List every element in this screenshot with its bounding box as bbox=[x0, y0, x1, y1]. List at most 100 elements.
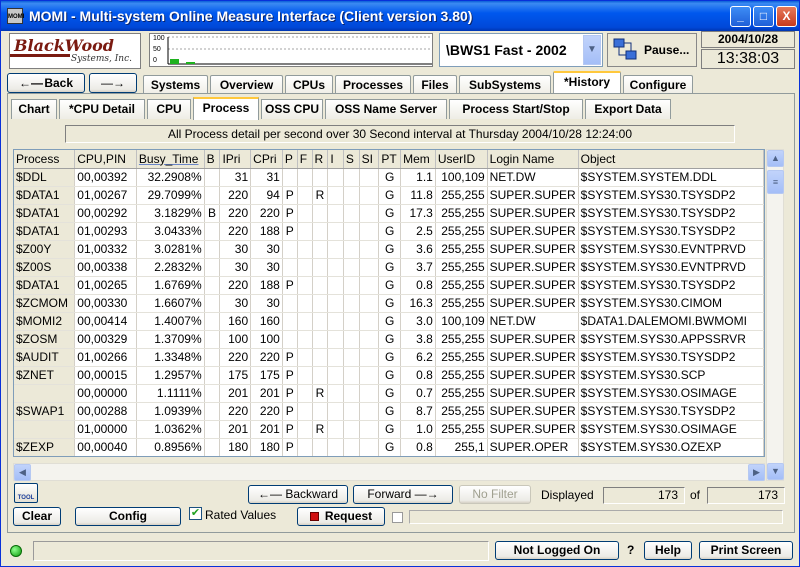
column-header-cpri[interactable]: CPri bbox=[250, 150, 283, 169]
column-header-p[interactable]: P bbox=[282, 150, 298, 169]
chevron-down-icon[interactable]: ▼ bbox=[583, 35, 601, 65]
clear-button[interactable]: Clear bbox=[13, 507, 61, 526]
table-cell: $SYSTEM.SYS30.TSYSDP2 bbox=[578, 222, 764, 241]
table-row[interactable]: $ZOSM 00,00329 1.3709% 100 100 G 3.8 255,255 SUP… bbox=[14, 330, 764, 349]
table-cell: P bbox=[282, 402, 298, 421]
system-select[interactable]: \BWS1 Fast - 2002 ▼ bbox=[439, 33, 603, 67]
rated-values-checkbox[interactable]: ✔ bbox=[189, 507, 202, 520]
column-header-process[interactable]: Process bbox=[14, 150, 76, 169]
column-header-login-name[interactable]: Login Name bbox=[487, 150, 579, 169]
subtab-process-start-stop[interactable]: Process Start/Stop bbox=[449, 99, 583, 119]
help-button[interactable]: Help bbox=[644, 541, 692, 560]
scroll-right-icon[interactable]: ▶ bbox=[748, 464, 765, 481]
vertical-scrollbar[interactable]: ▲ ≡ ▼ bbox=[766, 149, 784, 481]
close-button[interactable]: X bbox=[776, 6, 797, 27]
table-row[interactable]: $SWAP1 00,00288 1.0939% 220 220 P G 8.7 255,255 S… bbox=[14, 402, 764, 421]
column-header-pt[interactable]: PT bbox=[378, 150, 402, 169]
forward-label: Forward bbox=[367, 487, 412, 501]
scroll-up-icon[interactable]: ▲ bbox=[767, 150, 784, 167]
print-screen-button[interactable]: Print Screen bbox=[699, 541, 793, 560]
column-header-i[interactable]: I bbox=[327, 150, 344, 169]
table-cell bbox=[204, 402, 221, 421]
table-row[interactable]: 01,00000 1.0362% 201 201 P R G 1.0 255,255 SUPER.… bbox=[14, 420, 764, 439]
no-filter-button[interactable]: No Filter bbox=[459, 485, 531, 504]
table-cell bbox=[343, 420, 360, 439]
subtab-chart[interactable]: Chart bbox=[11, 99, 57, 119]
tab-systems[interactable]: Systems bbox=[143, 75, 208, 95]
table-cell bbox=[297, 240, 313, 259]
minimize-button[interactable]: _ bbox=[730, 6, 751, 27]
table-row[interactable]: $DDL 00,00392 32.2908% 31 31 G 1.1 100,109 NET.D… bbox=[14, 168, 764, 187]
table-cell bbox=[359, 330, 380, 349]
table-row[interactable]: $DATA1 01,00293 3.0433% 220 188 P G 2.5 255,255 S… bbox=[14, 222, 764, 241]
table-row[interactable]: $ZNET 00,00015 1.2957% 175 175 P G 0.8 255,255 SU… bbox=[14, 366, 764, 385]
table-cell: $SYSTEM.SYS30.APPSSRVR bbox=[578, 330, 764, 349]
subtab-oss-cpu[interactable]: OSS CPU bbox=[261, 99, 323, 119]
table-cell bbox=[343, 258, 360, 277]
column-header-f[interactable]: F bbox=[297, 150, 313, 169]
table-row[interactable]: $AUDIT 01,00266 1.3348% 220 220 P G 6.2 255,255 S… bbox=[14, 348, 764, 367]
tab-configure[interactable]: Configure bbox=[623, 75, 693, 95]
request-button[interactable]: Request bbox=[297, 507, 385, 526]
table-row[interactable]: $DATA1 01,00265 1.6769% 220 188 P G 0.8 255,255 S… bbox=[14, 276, 764, 295]
column-header-r[interactable]: R bbox=[312, 150, 329, 169]
subtab-cpu[interactable]: CPU bbox=[147, 99, 191, 119]
table-cell bbox=[327, 348, 344, 367]
table-cell bbox=[359, 276, 380, 295]
column-header-b[interactable]: B bbox=[204, 150, 221, 169]
table-row[interactable]: $Z00S 00,00338 2.2832% 30 30 G 3.7 255,255 SUPER… bbox=[14, 258, 764, 277]
tab-processes[interactable]: Processes bbox=[335, 75, 411, 95]
tab-overview[interactable]: Overview bbox=[210, 75, 283, 95]
column-header-userid[interactable]: UserID bbox=[435, 150, 488, 169]
auto-request-checkbox[interactable] bbox=[392, 512, 403, 523]
table-row[interactable]: $ZEXP 00,00040 0.8956% 180 180 P G 0.8 255,1 SUPE… bbox=[14, 438, 764, 456]
table-cell: 255,255 bbox=[435, 258, 488, 277]
tool-button[interactable]: TOOL bbox=[14, 483, 38, 503]
column-header-cpu-pin[interactable]: CPU,PIN bbox=[74, 150, 137, 169]
table-cell: 220 bbox=[250, 348, 283, 367]
column-header-s[interactable]: S bbox=[343, 150, 360, 169]
tab-history[interactable]: *History bbox=[553, 71, 621, 94]
maximize-button[interactable]: □ bbox=[753, 6, 774, 27]
subtab-cpu-detail[interactable]: *CPU Detail bbox=[59, 99, 145, 119]
tab-cpus[interactable]: CPUs bbox=[285, 75, 333, 95]
table-row[interactable]: $ZCMOM 00,00330 1.6607% 30 30 G 16.3 255,255 SUP… bbox=[14, 294, 764, 313]
pause-button[interactable]: Pause... bbox=[607, 33, 697, 67]
table-row[interactable]: $DATA1 01,00267 29.7099% 220 94 P R G 11.8 255,25… bbox=[14, 186, 764, 205]
scroll-thumb[interactable]: ≡ bbox=[767, 170, 784, 194]
subtab-process[interactable]: Process bbox=[193, 97, 259, 120]
table-cell: 255,1 bbox=[435, 438, 488, 456]
table-cell: G bbox=[378, 366, 402, 385]
subtab-export-data[interactable]: Export Data bbox=[585, 99, 671, 119]
forward-button[interactable]: Forward —→ bbox=[353, 485, 453, 504]
config-button[interactable]: Config bbox=[75, 507, 181, 526]
mini-chart-axis-top: 100 bbox=[153, 35, 165, 42]
column-header-mem[interactable]: Mem bbox=[400, 150, 436, 169]
subtab-oss-name-server[interactable]: OSS Name Server bbox=[325, 99, 447, 119]
table-cell bbox=[204, 168, 221, 187]
scroll-down-icon[interactable]: ▼ bbox=[767, 463, 784, 480]
back-button[interactable]: ←— Back bbox=[7, 73, 85, 93]
table-row[interactable]: 00,00000 1.1111% 201 201 P R G 0.7 255,255 SUPER.… bbox=[14, 384, 764, 403]
tab-subsystems[interactable]: SubSystems bbox=[459, 75, 551, 95]
forward-step-arrow-icon: —→ bbox=[411, 487, 439, 501]
table-cell: 32.2908% bbox=[136, 168, 205, 187]
horizontal-scrollbar[interactable]: ◀ ▶ bbox=[13, 463, 765, 481]
scroll-left-icon[interactable]: ◀ bbox=[14, 464, 31, 481]
column-header-si[interactable]: SI bbox=[359, 150, 380, 169]
table-row[interactable]: $DATA1 00,00292 3.1829% B 220 220 P G 17.3 255,25… bbox=[14, 204, 764, 223]
table-row[interactable]: $Z00Y 01,00332 3.0281% 30 30 G 3.6 255,255 SUPER… bbox=[14, 240, 764, 259]
process-table[interactable]: Process CPU,PIN Busy_Time B IPri CPri P … bbox=[13, 149, 765, 457]
column-header-ipri[interactable]: IPri bbox=[219, 150, 252, 169]
table-cell: 00,00000 bbox=[74, 384, 137, 403]
column-header-object[interactable]: Object bbox=[578, 150, 764, 169]
column-header-busy-time[interactable]: Busy_Time bbox=[136, 150, 205, 169]
title-bar[interactable]: MOMI MOMI - Multi-system Online Measure … bbox=[1, 1, 799, 31]
forward-nav-button[interactable]: —→ bbox=[89, 73, 137, 93]
table-cell bbox=[297, 366, 313, 385]
backward-button[interactable]: ←— Backward bbox=[248, 485, 348, 504]
not-logged-on-button[interactable]: Not Logged On bbox=[495, 541, 619, 560]
table-row[interactable]: $MOMI2 00,00414 1.4007% 160 160 G 3.0 100,109 NE… bbox=[14, 312, 764, 331]
tab-files[interactable]: Files bbox=[413, 75, 457, 95]
table-cell: $ZNET bbox=[14, 366, 76, 385]
